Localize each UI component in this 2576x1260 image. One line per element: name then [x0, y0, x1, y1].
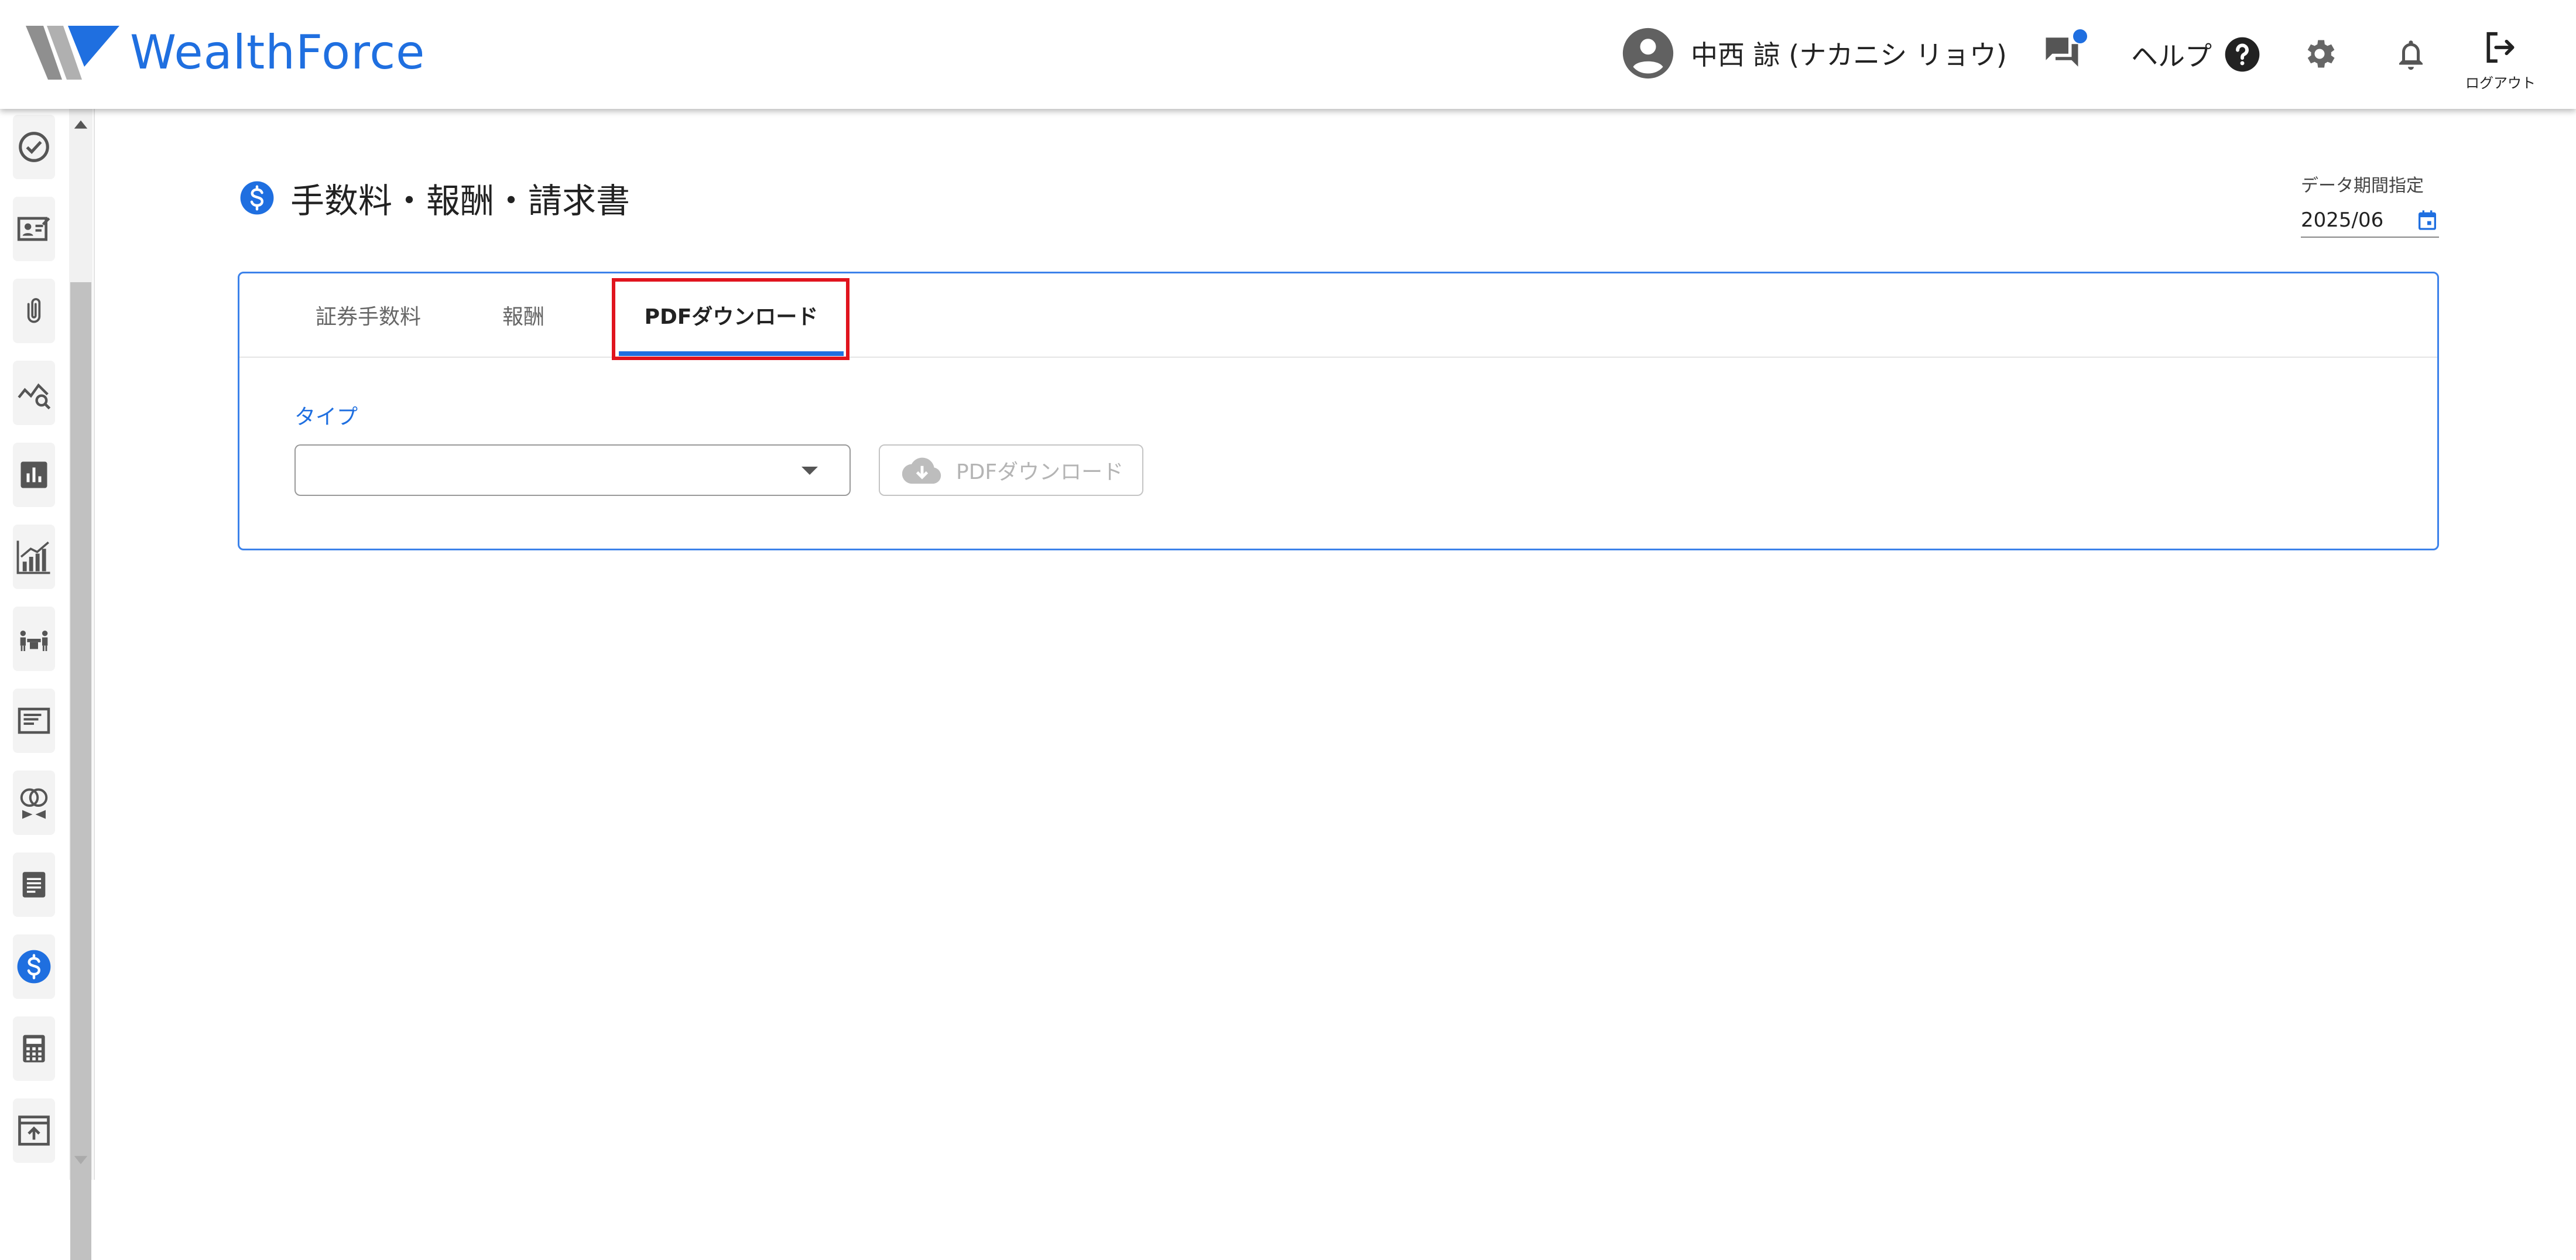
contact-card-icon [17, 217, 50, 241]
bell-icon[interactable] [2393, 35, 2428, 74]
calendar-icon[interactable] [2416, 208, 2439, 232]
tab-securities-fees[interactable]: 証券手数料 [310, 273, 427, 357]
type-label: タイプ [294, 405, 358, 429]
scroll-down-icon[interactable] [73, 1151, 89, 1167]
help-button[interactable]: ヘルプ [2131, 35, 2261, 74]
period-field[interactable]: 2025/06 [2301, 204, 2439, 238]
logout-icon [2486, 32, 2515, 63]
sidebar [0, 109, 95, 1260]
account-circle-icon [1622, 28, 1674, 79]
type-select[interactable] [294, 444, 851, 496]
pdf-download-label: PDFダウンロード [956, 460, 1124, 484]
brand-name: WealthForce [130, 25, 426, 80]
period-value: 2025/06 [2301, 208, 2384, 232]
check-circle-icon [19, 132, 49, 162]
pdf-download-button[interactable]: PDFダウンロード [879, 444, 1143, 496]
sidebar-item-notices[interactable] [13, 689, 55, 753]
paperclip-icon [27, 298, 41, 323]
sidebar-item-upload[interactable] [13, 1098, 55, 1163]
sidebar-item-fees[interactable] [13, 934, 55, 999]
logo-mark-icon [26, 26, 119, 80]
page-title-text: 手数料・報酬・請求書 [290, 181, 631, 221]
page-title: 手数料・報酬・請求書 [239, 173, 630, 222]
article-icon [18, 707, 50, 734]
chart-search-icon [18, 383, 51, 410]
chevron-down-icon [801, 467, 818, 475]
dollar-icon [17, 950, 51, 984]
sidebar-scrollbar-thumb[interactable] [70, 282, 91, 1260]
upload-icon [18, 1115, 50, 1146]
growth-chart-icon [16, 540, 50, 574]
sidebar-item-performance[interactable] [13, 525, 55, 589]
scroll-up-icon[interactable] [73, 117, 89, 133]
sidebar-item-analysis[interactable] [13, 361, 55, 425]
bar-chart-icon [20, 461, 47, 488]
notification-dot [2073, 29, 2087, 43]
sidebar-item-calculator[interactable] [13, 1016, 55, 1081]
sidebar-item-meetings[interactable] [13, 607, 55, 671]
fees-card: 証券手数料 報酬 PDFダウンロード タイプ PDFダウンロード [238, 272, 2439, 550]
logout-button[interactable]: ログアウト [2464, 29, 2537, 92]
logout-label: ログアウト [2465, 75, 2536, 91]
user-name: 中西 諒 (ナカニシ リョウ) [1691, 39, 2007, 71]
sidebar-item-documents[interactable] [13, 852, 55, 917]
meeting-icon [20, 631, 48, 651]
tab-compensation[interactable]: 報酬 [491, 273, 556, 357]
highlight-box [612, 278, 849, 360]
calculator-icon [23, 1035, 45, 1063]
data-period-picker[interactable]: データ期間指定 2025/06 [2301, 171, 2439, 238]
document-icon [22, 872, 46, 898]
rings-icon [20, 788, 48, 819]
dollar-icon [240, 181, 274, 215]
sidebar-item-tasks[interactable] [13, 115, 55, 179]
brand-logo[interactable]: WealthForce [26, 26, 425, 80]
top-header: WealthForce 中西 諒 (ナカニシ リョウ) ヘルプ ログアウト [0, 0, 2576, 109]
sidebar-item-attachments[interactable] [13, 279, 55, 343]
help-circle-icon [2225, 37, 2260, 72]
period-label: データ期間指定 [2301, 176, 2424, 196]
sidebar-item-relations[interactable] [13, 771, 55, 835]
sidebar-item-contacts[interactable] [13, 197, 55, 261]
help-label: ヘルプ [2131, 40, 2212, 72]
sidebar-item-reports[interactable] [13, 443, 55, 507]
gear-icon[interactable] [2301, 35, 2338, 73]
user-menu[interactable]: 中西 諒 (ナカニシ リョウ) [1622, 27, 2007, 80]
tab-bar: 証券手数料 報酬 PDFダウンロード [239, 273, 2437, 360]
cloud-download-icon [902, 457, 941, 484]
